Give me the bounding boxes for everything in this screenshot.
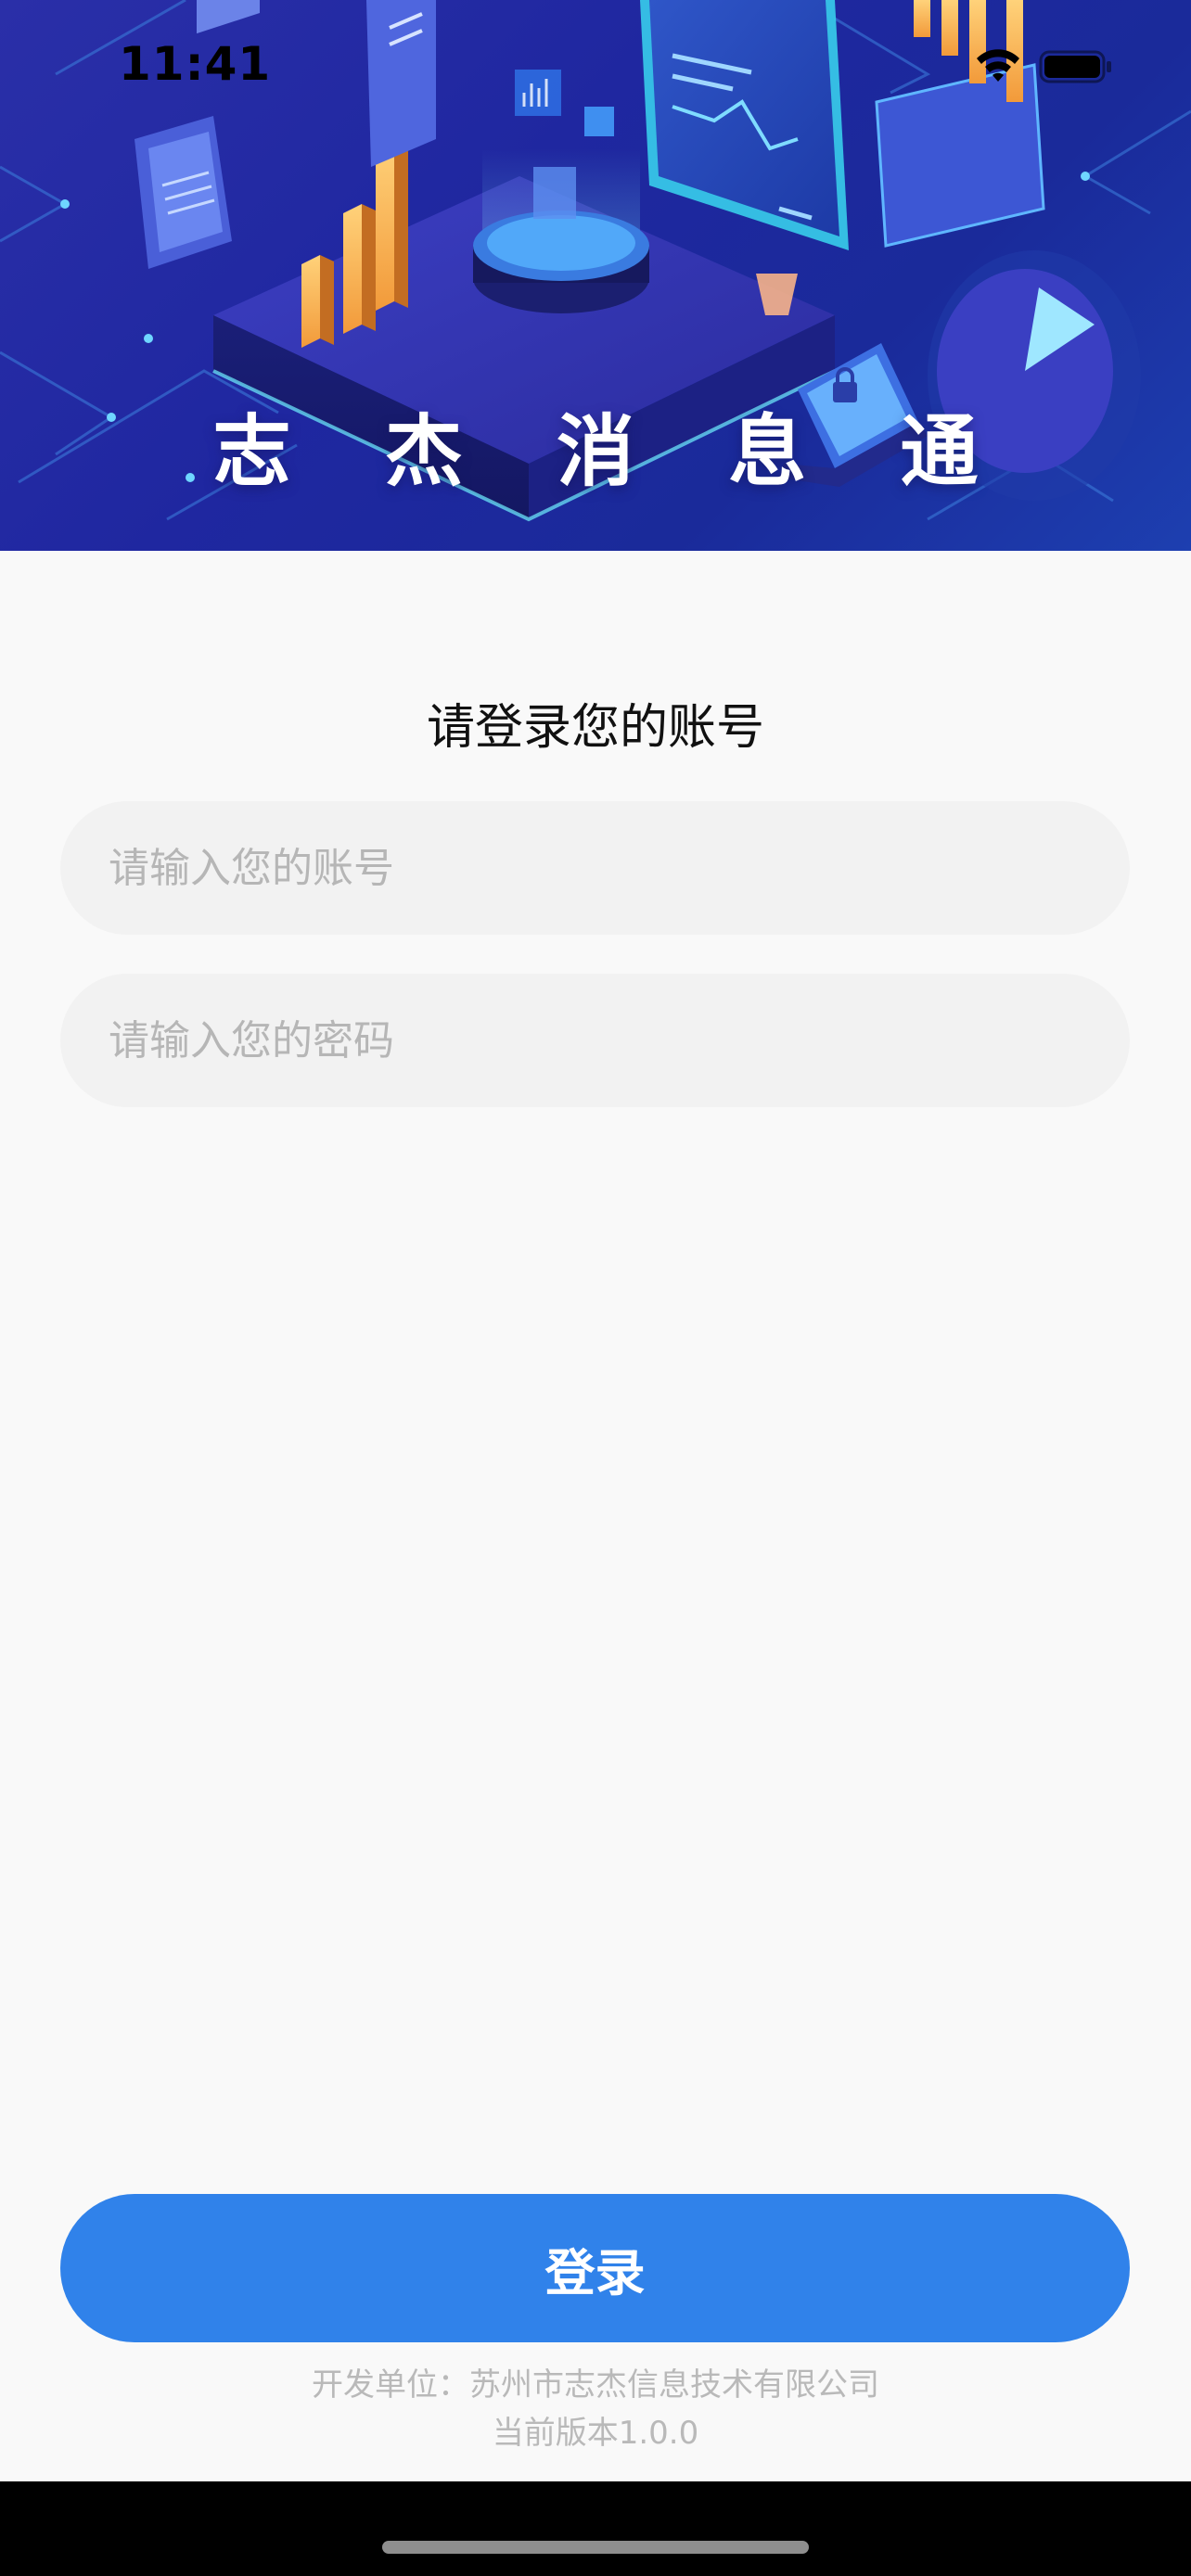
home-indicator[interactable] [382,2541,809,2554]
home-indicator-area [0,2481,1191,2576]
app-title: 志 杰 消 息 通 [212,406,1012,497]
status-bar: 11:41 [0,0,1191,130]
battery-icon [1039,50,1111,83]
password-input[interactable] [60,974,1130,1107]
wifi-icon [977,49,1019,82]
account-field [60,801,1130,935]
status-time: 11:41 [119,37,272,91]
login-heading: 请登录您的账号 [426,700,764,756]
version-info: 当前版本1.0.0 [492,2415,699,2452]
footer: 开发单位：苏州市志杰信息技术有限公司 当前版本1.0.0 [0,2361,1191,2457]
login-screen: 志 杰 消 息 通 11:41 请登录您的账号 登录 开发单位：苏州市志杰信息技… [0,0,1191,2576]
password-field [60,974,1130,1107]
login-button[interactable]: 登录 [60,2194,1130,2342]
account-input[interactable] [60,801,1130,935]
developer-info: 开发单位：苏州市志杰信息技术有限公司 [312,2366,879,2404]
